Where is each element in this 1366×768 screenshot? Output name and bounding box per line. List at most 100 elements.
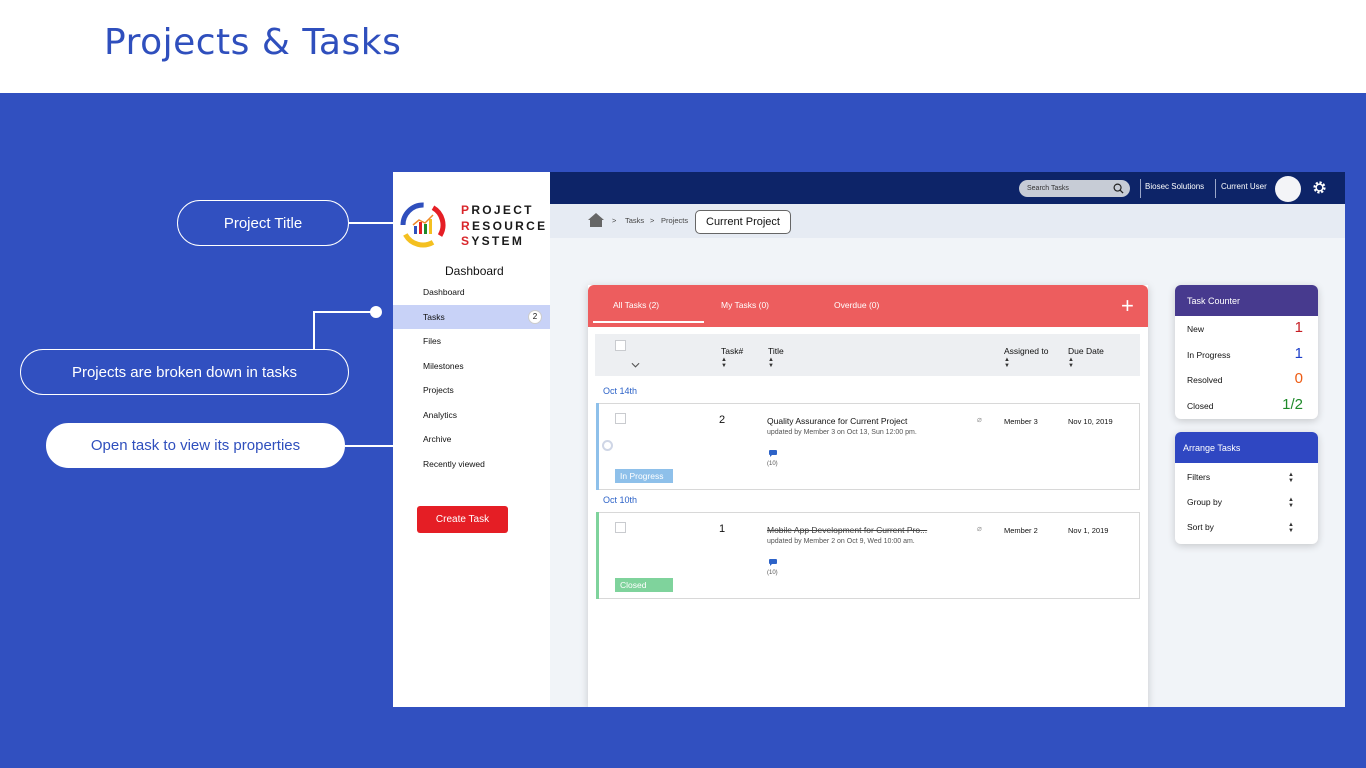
callout-broken-down: Projects are broken down in tasks bbox=[20, 349, 349, 395]
table-header: Task# ▲ ▼ Title ▲ ▼ Assigned to ▲ ▼ Due Dat… bbox=[595, 334, 1140, 376]
task-counter-title: Task Counter bbox=[1175, 285, 1318, 316]
current-user-name[interactable]: Current User bbox=[1221, 182, 1267, 191]
sort-icon[interactable]: ▲ ▼ bbox=[1288, 497, 1294, 509]
column-header-title[interactable]: Title ▲ ▼ bbox=[768, 346, 784, 369]
add-task-icon[interactable]: + bbox=[1121, 293, 1134, 319]
current-project-title: Current Project bbox=[695, 210, 791, 234]
sidebar-item-tasks[interactable]: Tasks 2 bbox=[393, 304, 550, 329]
sort-icon[interactable]: ▲ ▼ bbox=[768, 357, 784, 369]
sidebar-item-projects[interactable]: Projects bbox=[393, 378, 550, 403]
task-status-stripe bbox=[596, 512, 599, 599]
sort-icon[interactable]: ▲ ▼ bbox=[721, 357, 743, 369]
comment-count: (10) bbox=[767, 461, 778, 467]
task-title[interactable]: Mobile App Development for Current Pro..… bbox=[767, 525, 927, 535]
attachment-icon[interactable]: ⌀ bbox=[977, 415, 982, 424]
task-row[interactable]: 1 Mobile App Development for Current Pro… bbox=[596, 512, 1140, 599]
search-placeholder: Search Tasks bbox=[1027, 185, 1069, 192]
callout-dot-open-task bbox=[602, 440, 613, 451]
status-badge: In Progress bbox=[615, 469, 673, 483]
group-date-label: Oct 14th bbox=[603, 386, 638, 396]
breadcrumb-separator: > bbox=[612, 216, 617, 225]
callout-project-title: Project Title bbox=[177, 200, 349, 246]
breadcrumb-tasks[interactable]: Tasks bbox=[625, 216, 644, 225]
sidebar-item-archive[interactable]: Archive bbox=[393, 427, 550, 452]
breadcrumb-projects[interactable]: Projects bbox=[661, 216, 688, 225]
arrange-filters[interactable]: Filters ▲ ▼ bbox=[1175, 463, 1318, 488]
tasks-panel: All Tasks (2) My Tasks (0) Overdue (0) +… bbox=[588, 285, 1148, 707]
task-checkbox[interactable] bbox=[615, 522, 626, 533]
counter-value: 1/2 bbox=[1282, 395, 1303, 413]
tab-all-tasks[interactable]: All Tasks (2) bbox=[613, 300, 659, 310]
counter-row-in-progress: In Progress 1 bbox=[1175, 342, 1318, 368]
company-name[interactable]: Biosec Solutions bbox=[1145, 182, 1204, 191]
divider bbox=[1215, 179, 1216, 198]
task-counter-panel: Task Counter New 1 In Progress 1 Resolve… bbox=[1175, 285, 1318, 419]
sort-icon[interactable]: ▲ ▼ bbox=[1288, 522, 1294, 534]
arrange-label: Sort by bbox=[1187, 522, 1214, 532]
task-due-date: Nov 10, 2019 bbox=[1068, 417, 1113, 426]
task-due-date: Nov 1, 2019 bbox=[1068, 526, 1109, 535]
column-header-label: Title bbox=[768, 346, 784, 356]
sidebar: PROJECT RESOURCE SYSTEM Dashboard Dashbo… bbox=[393, 172, 550, 707]
counter-value: 1 bbox=[1294, 344, 1303, 362]
callout-line-broken-down-h bbox=[313, 311, 376, 313]
gear-icon[interactable] bbox=[1312, 180, 1327, 195]
avatar[interactable] bbox=[1275, 176, 1301, 202]
task-title[interactable]: Quality Assurance for Current Project bbox=[767, 416, 907, 426]
logo-letter-r: R bbox=[461, 218, 472, 233]
sidebar-item-dashboard[interactable]: Dashboard bbox=[393, 280, 550, 305]
counter-value: 0 bbox=[1294, 370, 1303, 387]
chevron-down-icon[interactable] bbox=[631, 362, 640, 368]
slide-title: Projects & Tasks bbox=[104, 22, 402, 63]
search-icon[interactable] bbox=[1113, 183, 1124, 194]
task-row[interactable]: 2 Quality Assurance for Current Project … bbox=[596, 403, 1140, 490]
logo-word-resource: ESOURCE bbox=[471, 218, 548, 233]
logo-word-system: YSTEM bbox=[471, 234, 525, 248]
sidebar-item-label: Projects bbox=[423, 385, 454, 396]
logo-letter-p: P bbox=[461, 203, 472, 217]
comments-icon[interactable] bbox=[769, 559, 777, 566]
counter-row-closed: Closed 1/2 bbox=[1175, 393, 1318, 419]
counter-label: In Progress bbox=[1187, 349, 1231, 360]
column-header-due[interactable]: Due Date ▲ ▼ bbox=[1068, 346, 1104, 369]
task-checkbox[interactable] bbox=[615, 413, 626, 424]
sort-icon[interactable]: ▲ ▼ bbox=[1004, 357, 1048, 369]
comments-icon[interactable] bbox=[769, 450, 777, 457]
task-assignee: Member 3 bbox=[1004, 417, 1038, 426]
sidebar-item-label: Recently viewed bbox=[423, 458, 485, 469]
callout-broken-down-text: Projects are broken down in tasks bbox=[71, 363, 298, 381]
sort-icon[interactable]: ▲ ▼ bbox=[1288, 472, 1294, 484]
sidebar-item-files[interactable]: Files bbox=[393, 329, 550, 354]
comment-count: (10) bbox=[767, 570, 778, 576]
select-all-checkbox[interactable] bbox=[615, 340, 626, 351]
arrange-tasks-title: Arrange Tasks bbox=[1175, 432, 1318, 463]
top-bar: Search Tasks Biosec Solutions Current Us… bbox=[550, 172, 1345, 204]
counter-label: Resolved bbox=[1187, 375, 1223, 385]
create-task-button[interactable]: Create Task bbox=[417, 506, 508, 533]
arrange-label: Filters bbox=[1187, 472, 1211, 482]
sidebar-item-analytics[interactable]: Analytics bbox=[393, 403, 550, 428]
column-header-task-num[interactable]: Task# ▲ ▼ bbox=[721, 346, 743, 369]
home-icon[interactable] bbox=[588, 213, 604, 227]
slide-header: Projects & Tasks bbox=[0, 0, 1366, 93]
sort-icon[interactable]: ▲ ▼ bbox=[1068, 357, 1104, 369]
project-resource-system-logo bbox=[400, 202, 446, 248]
sidebar-item-milestones[interactable]: Milestones bbox=[393, 354, 550, 379]
column-header-label: Due Date bbox=[1068, 346, 1104, 356]
logo-word-project: ROJECT bbox=[471, 203, 534, 217]
arrange-group-by[interactable]: Group by ▲ ▼ bbox=[1175, 488, 1318, 513]
column-header-label: Task# bbox=[721, 346, 744, 356]
sidebar-item-recently-viewed[interactable]: Recently viewed bbox=[393, 452, 550, 477]
attachment-icon[interactable]: ⌀ bbox=[977, 524, 982, 533]
tab-my-tasks[interactable]: My Tasks (0) bbox=[721, 300, 769, 310]
arrange-sort-by[interactable]: Sort by ▲ ▼ bbox=[1175, 513, 1318, 538]
breadcrumb: > Tasks > Projects Current Project bbox=[550, 204, 1345, 238]
search-input[interactable]: Search Tasks bbox=[1019, 180, 1130, 197]
sidebar-item-label: Files bbox=[423, 336, 441, 347]
column-header-assigned[interactable]: Assigned to ▲ ▼ bbox=[1004, 346, 1048, 369]
active-tab-indicator bbox=[593, 321, 704, 323]
tab-overdue[interactable]: Overdue (0) bbox=[834, 300, 879, 310]
column-header-label: Assigned to bbox=[1004, 346, 1049, 356]
counter-row-new: New 1 bbox=[1175, 316, 1318, 342]
task-status-stripe bbox=[596, 403, 599, 490]
